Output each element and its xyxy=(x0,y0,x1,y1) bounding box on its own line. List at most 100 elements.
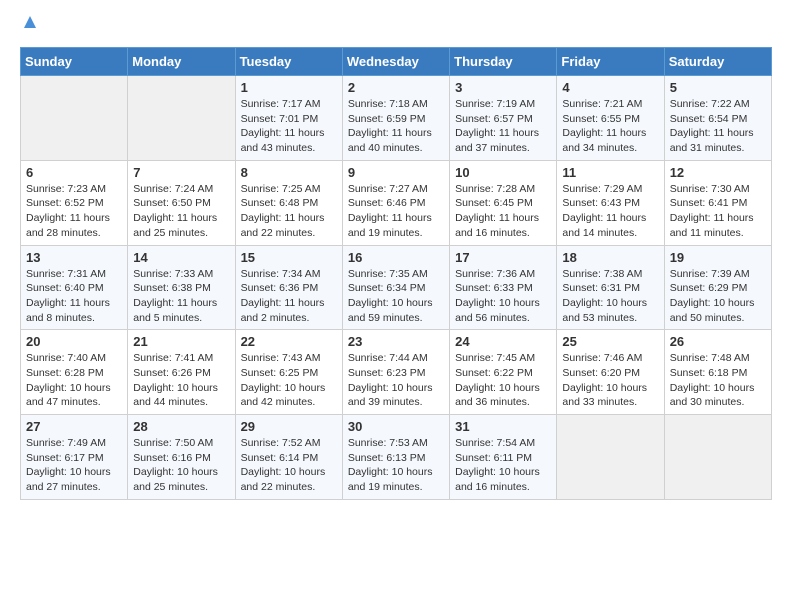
day-number: 24 xyxy=(455,334,551,349)
cell-details: Sunrise: 7:18 AMSunset: 6:59 PMDaylight:… xyxy=(348,97,444,156)
header-row: Sunday Monday Tuesday Wednesday Thursday… xyxy=(21,48,772,76)
cell-details: Sunrise: 7:28 AMSunset: 6:45 PMDaylight:… xyxy=(455,182,551,241)
calendar-week-2: 13 Sunrise: 7:31 AMSunset: 6:40 PMDayligh… xyxy=(21,245,772,330)
day-number: 4 xyxy=(562,80,658,95)
col-thursday: Thursday xyxy=(450,48,557,76)
calendar-cell: 23 Sunrise: 7:44 AMSunset: 6:23 PMDayligh… xyxy=(342,330,449,415)
day-number: 13 xyxy=(26,250,122,265)
day-number: 7 xyxy=(133,165,229,180)
calendar-cell: 26 Sunrise: 7:48 AMSunset: 6:18 PMDayligh… xyxy=(664,330,771,415)
day-number: 20 xyxy=(26,334,122,349)
calendar-cell: 30 Sunrise: 7:53 AMSunset: 6:13 PMDayligh… xyxy=(342,415,449,500)
cell-details: Sunrise: 7:52 AMSunset: 6:14 PMDaylight:… xyxy=(241,436,337,495)
day-number: 27 xyxy=(26,419,122,434)
day-number: 30 xyxy=(348,419,444,434)
cell-details: Sunrise: 7:38 AMSunset: 6:31 PMDaylight:… xyxy=(562,267,658,326)
calendar-cell: 17 Sunrise: 7:36 AMSunset: 6:33 PMDayligh… xyxy=(450,245,557,330)
cell-details: Sunrise: 7:44 AMSunset: 6:23 PMDaylight:… xyxy=(348,351,444,410)
logo xyxy=(20,16,38,37)
cell-details: Sunrise: 7:54 AMSunset: 6:11 PMDaylight:… xyxy=(455,436,551,495)
calendar-cell: 24 Sunrise: 7:45 AMSunset: 6:22 PMDayligh… xyxy=(450,330,557,415)
day-number: 18 xyxy=(562,250,658,265)
day-number: 23 xyxy=(348,334,444,349)
calendar-week-3: 20 Sunrise: 7:40 AMSunset: 6:28 PMDayligh… xyxy=(21,330,772,415)
day-number: 9 xyxy=(348,165,444,180)
calendar-cell: 14 Sunrise: 7:33 AMSunset: 6:38 PMDayligh… xyxy=(128,245,235,330)
col-tuesday: Tuesday xyxy=(235,48,342,76)
cell-details: Sunrise: 7:46 AMSunset: 6:20 PMDaylight:… xyxy=(562,351,658,410)
cell-details: Sunrise: 7:19 AMSunset: 6:57 PMDaylight:… xyxy=(455,97,551,156)
day-number: 11 xyxy=(562,165,658,180)
cell-details: Sunrise: 7:23 AMSunset: 6:52 PMDaylight:… xyxy=(26,182,122,241)
calendar-cell: 6 Sunrise: 7:23 AMSunset: 6:52 PMDaylight… xyxy=(21,160,128,245)
day-number: 16 xyxy=(348,250,444,265)
calendar-cell: 8 Sunrise: 7:25 AMSunset: 6:48 PMDaylight… xyxy=(235,160,342,245)
day-number: 8 xyxy=(241,165,337,180)
day-number: 17 xyxy=(455,250,551,265)
day-number: 19 xyxy=(670,250,766,265)
calendar-week-4: 27 Sunrise: 7:49 AMSunset: 6:17 PMDayligh… xyxy=(21,415,772,500)
cell-details: Sunrise: 7:49 AMSunset: 6:17 PMDaylight:… xyxy=(26,436,122,495)
calendar-cell: 2 Sunrise: 7:18 AMSunset: 6:59 PMDaylight… xyxy=(342,76,449,161)
calendar-cell: 10 Sunrise: 7:28 AMSunset: 6:45 PMDayligh… xyxy=(450,160,557,245)
calendar-cell: 4 Sunrise: 7:21 AMSunset: 6:55 PMDaylight… xyxy=(557,76,664,161)
calendar-week-0: 1Sunrise: 7:17 AMSunset: 7:01 PMDaylight… xyxy=(21,76,772,161)
cell-details: Sunrise: 7:25 AMSunset: 6:48 PMDaylight:… xyxy=(241,182,337,241)
cell-details: Sunrise: 7:40 AMSunset: 6:28 PMDaylight:… xyxy=(26,351,122,410)
cell-details: Sunrise: 7:39 AMSunset: 6:29 PMDaylight:… xyxy=(670,267,766,326)
day-number: 15 xyxy=(241,250,337,265)
cell-details: Sunrise: 7:48 AMSunset: 6:18 PMDaylight:… xyxy=(670,351,766,410)
day-number: 22 xyxy=(241,334,337,349)
header xyxy=(20,16,772,37)
day-number: 10 xyxy=(455,165,551,180)
day-number: 2 xyxy=(348,80,444,95)
calendar-cell: 31Sunrise: 7:54 AMSunset: 6:11 PMDayligh… xyxy=(450,415,557,500)
col-friday: Friday xyxy=(557,48,664,76)
calendar-cell: 9 Sunrise: 7:27 AMSunset: 6:46 PMDaylight… xyxy=(342,160,449,245)
logo-icon xyxy=(22,14,38,30)
calendar-cell: 7Sunrise: 7:24 AMSunset: 6:50 PMDaylight… xyxy=(128,160,235,245)
col-saturday: Saturday xyxy=(664,48,771,76)
cell-details: Sunrise: 7:50 AMSunset: 6:16 PMDaylight:… xyxy=(133,436,229,495)
calendar-week-1: 6 Sunrise: 7:23 AMSunset: 6:52 PMDaylight… xyxy=(21,160,772,245)
day-number: 29 xyxy=(241,419,337,434)
calendar-cell: 22 Sunrise: 7:43 AMSunset: 6:25 PMDayligh… xyxy=(235,330,342,415)
calendar-cell xyxy=(21,76,128,161)
day-number: 6 xyxy=(26,165,122,180)
calendar-cell: 15 Sunrise: 7:34 AMSunset: 6:36 PMDayligh… xyxy=(235,245,342,330)
day-number: 3 xyxy=(455,80,551,95)
calendar-cell: 12Sunrise: 7:30 AMSunset: 6:41 PMDayligh… xyxy=(664,160,771,245)
calendar-cell: 28 Sunrise: 7:50 AMSunset: 6:16 PMDayligh… xyxy=(128,415,235,500)
day-number: 26 xyxy=(670,334,766,349)
calendar-cell: 3 Sunrise: 7:19 AMSunset: 6:57 PMDaylight… xyxy=(450,76,557,161)
cell-details: Sunrise: 7:53 AMSunset: 6:13 PMDaylight:… xyxy=(348,436,444,495)
day-number: 14 xyxy=(133,250,229,265)
cell-details: Sunrise: 7:34 AMSunset: 6:36 PMDaylight:… xyxy=(241,267,337,326)
cell-details: Sunrise: 7:43 AMSunset: 6:25 PMDaylight:… xyxy=(241,351,337,410)
cell-details: Sunrise: 7:31 AMSunset: 6:40 PMDaylight:… xyxy=(26,267,122,326)
day-number: 1 xyxy=(241,80,337,95)
calendar-cell: 19 Sunrise: 7:39 AMSunset: 6:29 PMDayligh… xyxy=(664,245,771,330)
day-number: 28 xyxy=(133,419,229,434)
col-wednesday: Wednesday xyxy=(342,48,449,76)
day-number: 5 xyxy=(670,80,766,95)
day-number: 21 xyxy=(133,334,229,349)
cell-details: Sunrise: 7:45 AMSunset: 6:22 PMDaylight:… xyxy=(455,351,551,410)
cell-details: Sunrise: 7:41 AMSunset: 6:26 PMDaylight:… xyxy=(133,351,229,410)
page: Sunday Monday Tuesday Wednesday Thursday… xyxy=(0,0,792,516)
calendar-cell: 29 Sunrise: 7:52 AMSunset: 6:14 PMDayligh… xyxy=(235,415,342,500)
calendar-cell: 11Sunrise: 7:29 AMSunset: 6:43 PMDayligh… xyxy=(557,160,664,245)
day-number: 25 xyxy=(562,334,658,349)
calendar-table: Sunday Monday Tuesday Wednesday Thursday… xyxy=(20,47,772,500)
cell-details: Sunrise: 7:21 AMSunset: 6:55 PMDaylight:… xyxy=(562,97,658,156)
calendar-cell: 27 Sunrise: 7:49 AMSunset: 6:17 PMDayligh… xyxy=(21,415,128,500)
calendar-cell: 18 Sunrise: 7:38 AMSunset: 6:31 PMDayligh… xyxy=(557,245,664,330)
cell-details: Sunrise: 7:36 AMSunset: 6:33 PMDaylight:… xyxy=(455,267,551,326)
calendar-cell: 16Sunrise: 7:35 AMSunset: 6:34 PMDayligh… xyxy=(342,245,449,330)
col-sunday: Sunday xyxy=(21,48,128,76)
calendar-cell: 21 Sunrise: 7:41 AMSunset: 6:26 PMDayligh… xyxy=(128,330,235,415)
calendar-cell: 13 Sunrise: 7:31 AMSunset: 6:40 PMDayligh… xyxy=(21,245,128,330)
col-monday: Monday xyxy=(128,48,235,76)
cell-details: Sunrise: 7:27 AMSunset: 6:46 PMDaylight:… xyxy=(348,182,444,241)
cell-details: Sunrise: 7:33 AMSunset: 6:38 PMDaylight:… xyxy=(133,267,229,326)
